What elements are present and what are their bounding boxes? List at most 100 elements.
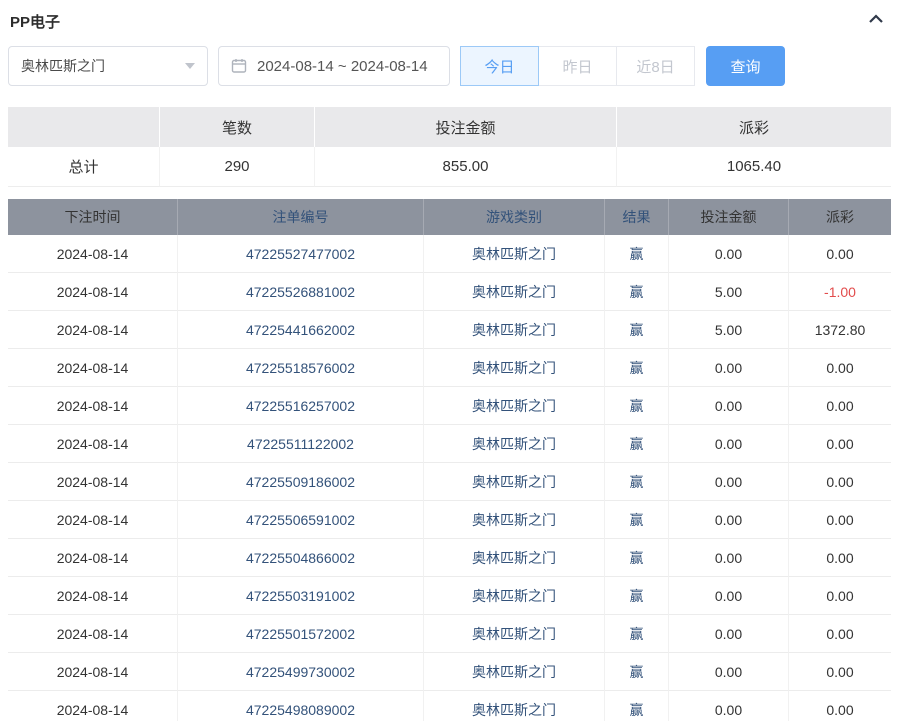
table-row: 2024-08-1447225518576002奥林匹斯之门赢0.000.00 (8, 349, 891, 387)
cell-payout: -1.00 (789, 273, 891, 311)
game-select-value: 奥林匹斯之门 (21, 56, 105, 76)
cell-time: 2024-08-14 (8, 691, 178, 721)
page-title: PP电子 (10, 11, 60, 32)
cell-bet: 0.00 (669, 653, 789, 691)
cell-bet: 0.00 (669, 387, 789, 425)
summary-table: 笔数 投注金额 派彩 总计 290 855.00 1065.40 (8, 107, 891, 187)
cell-payout: 0.00 (789, 387, 891, 425)
cell-time: 2024-08-14 (8, 235, 178, 273)
cell-order-id: 47225516257002 (178, 387, 424, 425)
cell-game: 奥林匹斯之门 (424, 691, 605, 721)
cell-payout: 0.00 (789, 691, 891, 721)
caret-down-icon (185, 63, 195, 69)
cell-payout: 0.00 (789, 577, 891, 615)
cell-payout: 0.00 (789, 463, 891, 501)
cell-payout: 1372.80 (789, 311, 891, 349)
cell-game: 奥林匹斯之门 (424, 577, 605, 615)
cell-result: 赢 (605, 691, 669, 721)
cell-payout: 0.00 (789, 349, 891, 387)
cell-game: 奥林匹斯之门 (424, 425, 605, 463)
summary-header-count: 笔数 (160, 107, 315, 147)
filter-bar: 奥林匹斯之门 2024-08-14 ~ 2024-08-14 今日 昨日 近8日… (8, 46, 891, 86)
cell-time: 2024-08-14 (8, 349, 178, 387)
cell-order-id: 47225504866002 (178, 539, 424, 577)
cell-payout: 0.00 (789, 539, 891, 577)
column-header-payout: 派彩 (789, 199, 891, 235)
cell-time: 2024-08-14 (8, 615, 178, 653)
summary-total-count: 290 (160, 147, 315, 187)
cell-order-id: 47225498089002 (178, 691, 424, 721)
cell-result: 赢 (605, 425, 669, 463)
cell-game: 奥林匹斯之门 (424, 311, 605, 349)
cell-order-id: 47225527477002 (178, 235, 424, 273)
cell-payout: 0.00 (789, 501, 891, 539)
summary-total-row: 总计 290 855.00 1065.40 (8, 147, 891, 187)
cell-result: 赢 (605, 311, 669, 349)
summary-total-payout: 1065.40 (617, 147, 891, 187)
column-header-order-id: 注单编号 (178, 199, 424, 235)
cell-result: 赢 (605, 539, 669, 577)
pp-electronic-panel: PP电子 奥林匹斯之门 2024-08-14 ~ 2024-08-14 (0, 0, 899, 721)
cell-order-id: 47225511122002 (178, 425, 424, 463)
cell-game: 奥林匹斯之门 (424, 615, 605, 653)
game-select[interactable]: 奥林匹斯之门 (8, 46, 208, 86)
table-row: 2024-08-1447225506591002奥林匹斯之门赢0.000.00 (8, 501, 891, 539)
cell-time: 2024-08-14 (8, 387, 178, 425)
quick-range-button-group: 今日 昨日 近8日 (460, 46, 695, 86)
yesterday-button[interactable]: 昨日 (538, 46, 617, 86)
cell-result: 赢 (605, 273, 669, 311)
cell-bet: 0.00 (669, 615, 789, 653)
column-header-bet: 投注金额 (669, 199, 789, 235)
cell-game: 奥林匹斯之门 (424, 235, 605, 273)
query-button[interactable]: 查询 (706, 46, 785, 86)
calendar-icon (231, 58, 247, 74)
cell-bet: 0.00 (669, 349, 789, 387)
collapse-panel-button[interactable] (867, 12, 889, 31)
summary-header-payout: 派彩 (617, 107, 891, 147)
cell-bet: 0.00 (669, 577, 789, 615)
table-row: 2024-08-1447225509186002奥林匹斯之门赢0.000.00 (8, 463, 891, 501)
today-button[interactable]: 今日 (460, 46, 539, 86)
bet-table-body: 2024-08-1447225527477002奥林匹斯之门赢0.000.002… (8, 235, 891, 721)
cell-bet: 0.00 (669, 539, 789, 577)
cell-result: 赢 (605, 501, 669, 539)
table-row: 2024-08-1447225516257002奥林匹斯之门赢0.000.00 (8, 387, 891, 425)
cell-bet: 0.00 (669, 463, 789, 501)
cell-bet: 0.00 (669, 691, 789, 721)
table-row: 2024-08-1447225501572002奥林匹斯之门赢0.000.00 (8, 615, 891, 653)
summary-header-row: 笔数 投注金额 派彩 (8, 107, 891, 147)
cell-time: 2024-08-14 (8, 273, 178, 311)
last-8-days-button[interactable]: 近8日 (616, 46, 695, 86)
cell-result: 赢 (605, 577, 669, 615)
cell-time: 2024-08-14 (8, 463, 178, 501)
cell-bet: 0.00 (669, 501, 789, 539)
cell-game: 奥林匹斯之门 (424, 653, 605, 691)
cell-game: 奥林匹斯之门 (424, 273, 605, 311)
cell-payout: 0.00 (789, 615, 891, 653)
cell-bet: 0.00 (669, 425, 789, 463)
panel-header: PP电子 (8, 8, 891, 34)
table-row: 2024-08-1447225503191002奥林匹斯之门赢0.000.00 (8, 577, 891, 615)
bet-records-table: 下注时间 注单编号 游戏类别 结果 投注金额 派彩 2024-08-144722… (8, 199, 891, 721)
cell-payout: 0.00 (789, 235, 891, 273)
cell-order-id: 47225441662002 (178, 311, 424, 349)
summary-total-label: 总计 (8, 147, 160, 187)
cell-order-id: 47225509186002 (178, 463, 424, 501)
cell-order-id: 47225518576002 (178, 349, 424, 387)
cell-time: 2024-08-14 (8, 653, 178, 691)
cell-payout: 0.00 (789, 425, 891, 463)
date-range-input[interactable]: 2024-08-14 ~ 2024-08-14 (218, 46, 450, 86)
table-row: 2024-08-1447225511122002奥林匹斯之门赢0.000.00 (8, 425, 891, 463)
column-header-game: 游戏类别 (424, 199, 605, 235)
summary-header-bet: 投注金额 (315, 107, 617, 147)
summary-total-bet: 855.00 (315, 147, 617, 187)
table-row: 2024-08-1447225526881002奥林匹斯之门赢5.00-1.00 (8, 273, 891, 311)
column-header-time: 下注时间 (8, 199, 178, 235)
cell-result: 赢 (605, 387, 669, 425)
cell-bet: 5.00 (669, 273, 789, 311)
cell-game: 奥林匹斯之门 (424, 349, 605, 387)
cell-game: 奥林匹斯之门 (424, 501, 605, 539)
cell-order-id: 47225499730002 (178, 653, 424, 691)
cell-game: 奥林匹斯之门 (424, 463, 605, 501)
cell-result: 赢 (605, 615, 669, 653)
